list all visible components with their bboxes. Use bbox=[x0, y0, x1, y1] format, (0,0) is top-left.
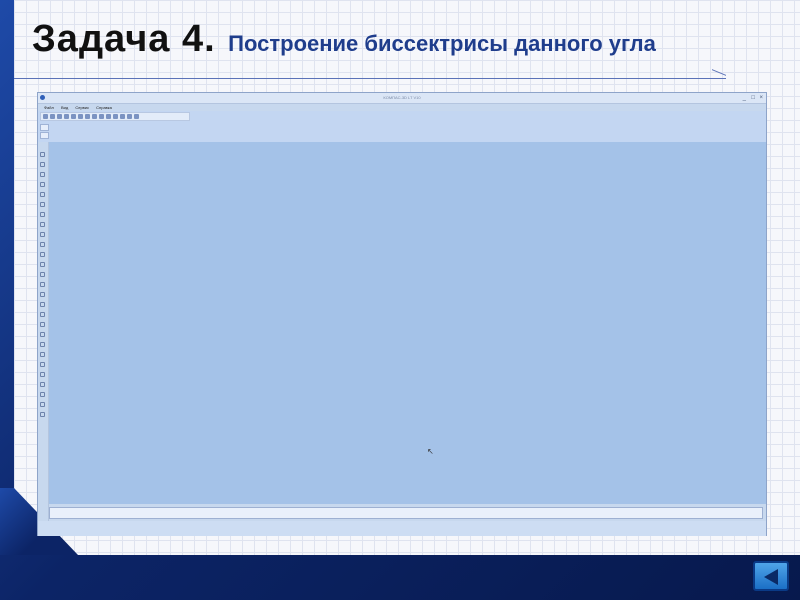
scale-icon[interactable] bbox=[40, 302, 45, 307]
select-icon[interactable] bbox=[40, 352, 45, 357]
polygon-icon[interactable] bbox=[40, 212, 45, 217]
save-icon[interactable] bbox=[57, 114, 62, 119]
back-button[interactable] bbox=[753, 561, 789, 591]
mirror-icon[interactable] bbox=[40, 312, 45, 317]
properties-icon[interactable] bbox=[99, 114, 104, 119]
arc-icon[interactable] bbox=[40, 182, 45, 187]
window-title: КОМПАС-3D LT V10 bbox=[383, 95, 421, 100]
mouse-cursor-icon: ↖ bbox=[427, 447, 434, 456]
copy-icon[interactable] bbox=[85, 114, 90, 119]
app-icon bbox=[40, 95, 45, 100]
point-icon[interactable] bbox=[40, 192, 45, 197]
compact-toolbar bbox=[38, 142, 49, 536]
line-icon[interactable] bbox=[40, 162, 45, 167]
panel-toggle-2[interactable] bbox=[40, 132, 49, 139]
open-icon[interactable] bbox=[50, 114, 55, 119]
panel-toggle-1[interactable] bbox=[40, 124, 49, 131]
paste-icon[interactable] bbox=[92, 114, 97, 119]
cut-icon[interactable] bbox=[78, 114, 83, 119]
drawing-canvas[interactable] bbox=[49, 142, 766, 504]
parametrize-icon[interactable] bbox=[40, 362, 45, 367]
slide-title-sub: Построение биссектрисы данного угла bbox=[228, 31, 656, 56]
redo-icon[interactable] bbox=[120, 114, 125, 119]
close-button[interactable]: × bbox=[759, 94, 763, 102]
rectangle-icon[interactable] bbox=[40, 202, 45, 207]
kompas-window: КОМПАС-3D LT V10 _ □ × Файл Вид Сервис С… bbox=[37, 92, 767, 536]
circle-icon[interactable] bbox=[40, 172, 45, 177]
window-titlebar: КОМПАС-3D LT V10 _ □ × bbox=[38, 93, 766, 104]
slide-title-main: Задача 4. bbox=[32, 18, 216, 60]
reports-icon[interactable] bbox=[40, 382, 45, 387]
manager-icon[interactable] bbox=[127, 114, 132, 119]
insert-icon[interactable] bbox=[40, 392, 45, 397]
menu-file[interactable]: Файл bbox=[44, 105, 54, 110]
title-underline bbox=[14, 78, 726, 79]
menubar: Файл Вид Сервис Справка bbox=[38, 104, 766, 111]
minimize-button[interactable]: _ bbox=[743, 94, 746, 102]
menu-view[interactable]: Вид bbox=[61, 105, 68, 110]
triangle-left-icon bbox=[764, 569, 778, 585]
print-icon[interactable] bbox=[64, 114, 69, 119]
text-icon[interactable] bbox=[40, 262, 45, 267]
new-document-icon[interactable] bbox=[43, 114, 48, 119]
status-bar bbox=[49, 507, 763, 519]
status-strip bbox=[38, 521, 766, 536]
view-icon[interactable] bbox=[40, 412, 45, 417]
copy-objects-icon[interactable] bbox=[40, 322, 45, 327]
bezier-icon[interactable] bbox=[40, 232, 45, 237]
standard-toolbar bbox=[40, 112, 190, 121]
menu-help[interactable]: Справка bbox=[96, 105, 112, 110]
rotate-icon[interactable] bbox=[40, 292, 45, 297]
table-icon[interactable] bbox=[106, 114, 111, 119]
preview-icon[interactable] bbox=[71, 114, 76, 119]
undo-icon[interactable] bbox=[113, 114, 118, 119]
edit-icon[interactable] bbox=[40, 272, 45, 277]
ellipse-icon[interactable] bbox=[40, 222, 45, 227]
geometry-icon[interactable] bbox=[40, 152, 45, 157]
help-pointer-icon[interactable] bbox=[134, 114, 139, 119]
specification-icon[interactable] bbox=[40, 372, 45, 377]
measure-icon[interactable] bbox=[40, 342, 45, 347]
dimension-icon[interactable] bbox=[40, 252, 45, 257]
hatch-icon[interactable] bbox=[40, 242, 45, 247]
maximize-button[interactable]: □ bbox=[751, 94, 755, 102]
slide-title: Задача 4. Построение биссектрисы данного… bbox=[32, 18, 656, 61]
move-icon[interactable] bbox=[40, 282, 45, 287]
delete-icon[interactable] bbox=[40, 332, 45, 337]
fragment-icon[interactable] bbox=[40, 402, 45, 407]
menu-service[interactable]: Сервис bbox=[75, 105, 89, 110]
